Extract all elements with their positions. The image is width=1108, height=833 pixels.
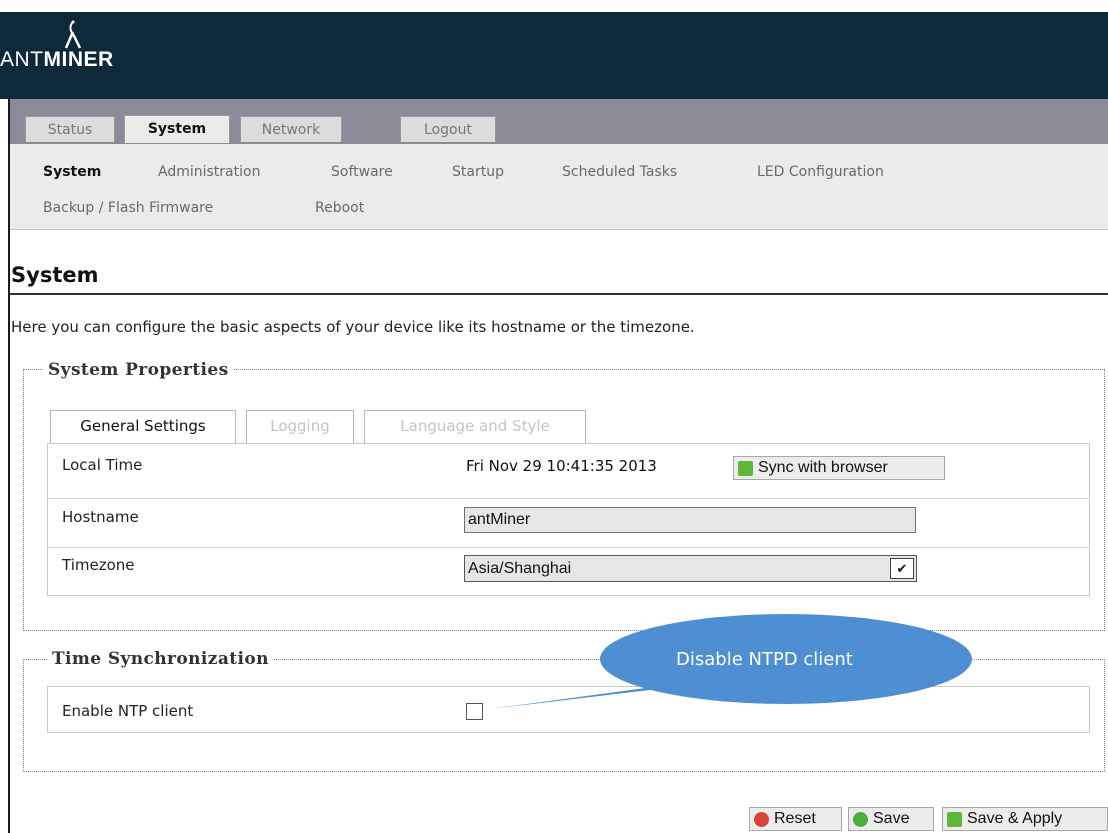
- button-label: Save: [873, 810, 910, 827]
- callout-text: Disable NTPD client: [676, 649, 853, 670]
- save-icon: [853, 812, 868, 827]
- button-label: Reset: [774, 810, 816, 827]
- callout-bubble: [490, 614, 972, 709]
- reset-icon: [754, 812, 769, 827]
- save-button[interactable]: Save: [848, 807, 934, 831]
- reset-button[interactable]: Reset: [749, 807, 842, 831]
- save-apply-button[interactable]: Save & Apply: [942, 807, 1108, 831]
- button-label: Save & Apply: [967, 810, 1063, 827]
- save-apply-icon: [947, 812, 962, 827]
